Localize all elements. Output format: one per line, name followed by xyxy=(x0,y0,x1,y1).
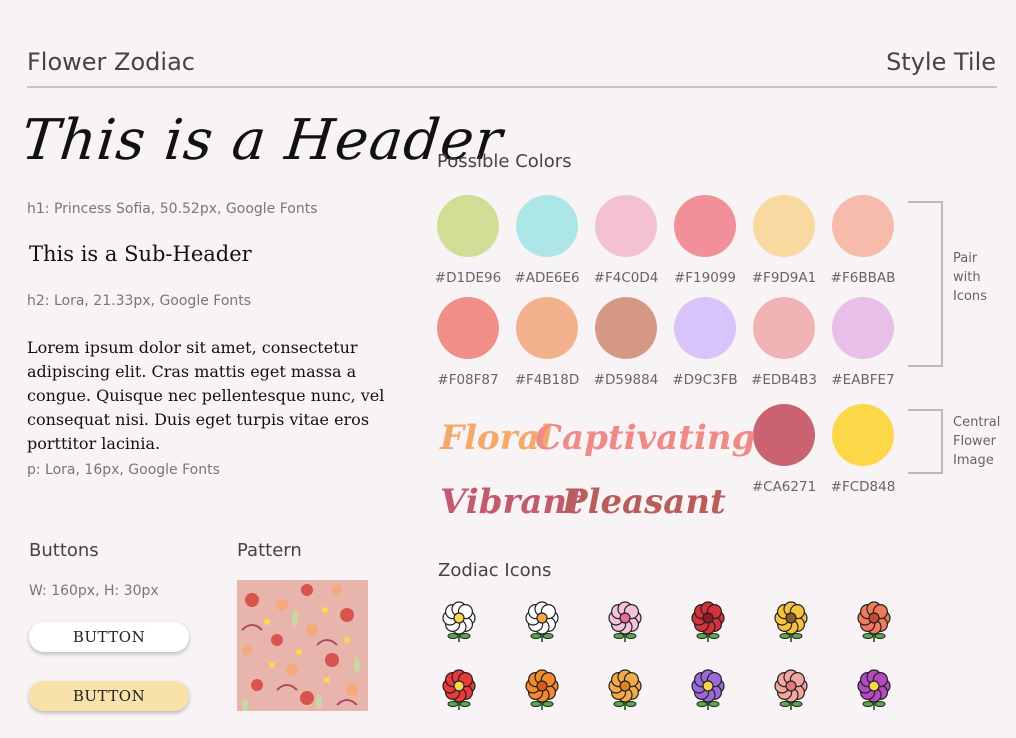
color-swatch-label: #D1DE96 xyxy=(434,270,502,286)
color-swatch xyxy=(516,195,578,257)
chrysanthemum-icon xyxy=(608,669,642,710)
pair-bracket xyxy=(908,201,943,367)
marigold-icon xyxy=(525,669,559,710)
word-pleasant: Pleasant xyxy=(562,482,726,522)
color-swatch-label: #CA6271 xyxy=(751,479,817,495)
color-swatch-label: #F4B18D xyxy=(514,372,580,388)
header-divider xyxy=(27,86,997,88)
orchid-icon xyxy=(857,669,891,710)
color-swatch xyxy=(437,195,499,257)
daisy-icon xyxy=(525,601,559,642)
app-title: Flower Zodiac xyxy=(27,48,195,76)
pattern-title: Pattern xyxy=(237,540,302,561)
poppy-icon xyxy=(857,601,891,642)
p-caption: p: Lora, 16px, Google Fonts xyxy=(27,462,220,478)
central-bracket xyxy=(908,409,943,474)
red-poppy-icon xyxy=(442,669,476,710)
color-swatch-label: #F08F87 xyxy=(437,372,499,388)
colors-title: Possible Colors xyxy=(437,151,572,172)
h2-caption: h2: Lora, 21.33px, Google Fonts xyxy=(27,293,252,309)
color-swatch-label: #FCD848 xyxy=(830,479,896,495)
page-subtitle: Style Tile xyxy=(886,48,996,76)
color-swatch-label: #D9C3FB xyxy=(672,372,738,388)
buttons-size-caption: W: 160px, H: 30px xyxy=(29,583,159,599)
rose-icon xyxy=(691,601,725,642)
pansy-icon xyxy=(691,669,725,710)
narcissus-icon xyxy=(442,601,476,642)
color-swatch xyxy=(674,195,736,257)
primary-button[interactable]: BUTTON xyxy=(29,622,189,652)
color-swatch-label: #EDB4B3 xyxy=(751,372,817,388)
buttons-title: Buttons xyxy=(29,540,99,561)
zodiac-title: Zodiac Icons xyxy=(438,560,552,581)
pair-label: Pair with Icons xyxy=(953,251,987,304)
color-swatch xyxy=(674,297,736,359)
color-swatch xyxy=(437,297,499,359)
color-swatch xyxy=(832,297,894,359)
paragraph-sample: Lorem ipsum dolor sit amet, consectetur … xyxy=(27,338,385,453)
carnation-icon xyxy=(774,669,808,710)
floral-pattern-image xyxy=(237,580,368,711)
color-swatch xyxy=(595,195,657,257)
h2-sample: This is a Sub-Header xyxy=(29,242,252,266)
color-swatch xyxy=(832,195,894,257)
color-swatch-label: #F19099 xyxy=(673,270,737,286)
color-swatch xyxy=(753,404,815,466)
secondary-button[interactable]: BUTTON xyxy=(29,681,189,711)
lily-icon xyxy=(608,601,642,642)
color-swatch-label: #F4C0D4 xyxy=(593,270,659,286)
h1-caption: h1: Princess Sofia, 50.52px, Google Font… xyxy=(27,201,318,217)
color-swatch-label: #ADE6E6 xyxy=(514,270,580,286)
color-swatch-label: #F9D9A1 xyxy=(751,270,817,286)
color-swatch xyxy=(832,404,894,466)
color-swatch xyxy=(516,297,578,359)
color-swatch xyxy=(753,195,815,257)
h1-sample: This is a Header xyxy=(18,108,507,173)
color-swatch-label: #D59884 xyxy=(593,372,659,388)
color-swatch xyxy=(595,297,657,359)
central-label: Central Flower Image xyxy=(953,415,1001,468)
color-swatch xyxy=(753,297,815,359)
color-swatch-label: #EABFE7 xyxy=(831,372,895,388)
word-captivating: Captivating xyxy=(535,418,756,458)
color-swatch-label: #F6BBAB xyxy=(830,270,896,286)
sunflower-icon xyxy=(774,601,808,642)
